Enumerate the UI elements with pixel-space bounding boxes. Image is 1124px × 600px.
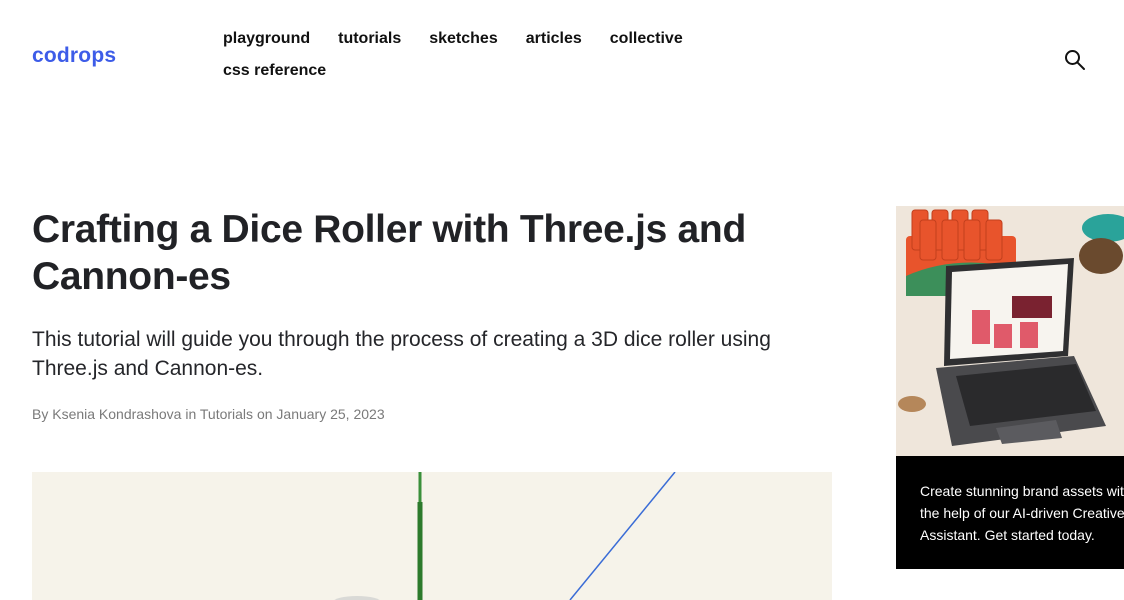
category-link[interactable]: Tutorials — [200, 406, 253, 422]
site-logo[interactable]: codrops — [32, 44, 116, 68]
ad-text: Create stunning brand assets with the he… — [920, 483, 1124, 543]
byline-in: in — [185, 406, 197, 422]
article-subtitle: This tutorial will guide you through the… — [32, 328, 771, 380]
nav-tutorials[interactable]: tutorials — [338, 30, 401, 48]
nav-articles[interactable]: articles — [526, 30, 582, 48]
ad-image — [896, 206, 1124, 456]
hero-image — [32, 472, 832, 600]
main-nav: playground tutorials sketches articles colle… — [223, 30, 743, 94]
author-link[interactable]: Ksenia Kondrashova — [52, 406, 181, 422]
search-icon[interactable] — [1063, 48, 1087, 72]
nav-playground[interactable]: playground — [223, 30, 310, 48]
publish-date: January 25, 2023 — [276, 406, 385, 422]
sidebar-ad[interactable]: Create stunning brand assets with the he… — [896, 206, 1124, 569]
article-byline: By Ksenia Kondrashova in Tutorials on Ja… — [32, 406, 385, 422]
nav-css-reference[interactable]: css reference — [223, 62, 326, 80]
nav-sketches[interactable]: sketches — [429, 30, 498, 48]
nav-collective[interactable]: collective — [610, 30, 683, 48]
article-title: Crafting a Dice Roller with Three.js and… — [32, 208, 746, 298]
byline-on: on — [256, 406, 273, 422]
byline-by: By — [32, 406, 49, 422]
